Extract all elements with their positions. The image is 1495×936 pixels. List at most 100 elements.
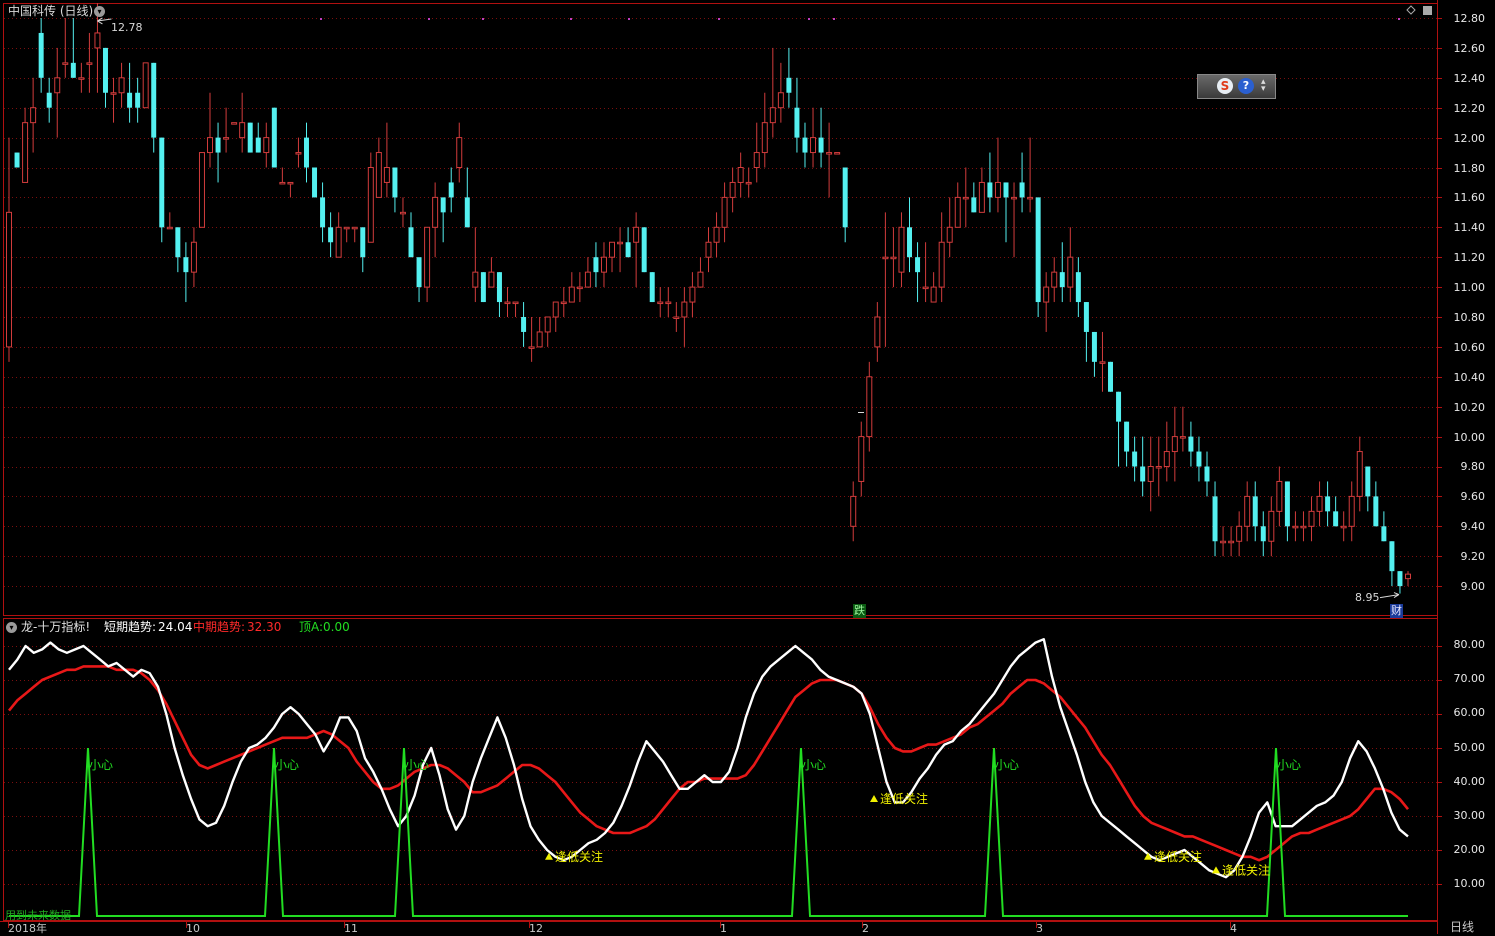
price-tick: 11.00: [1453, 281, 1486, 294]
candle-body-down: [1212, 496, 1218, 542]
candle-body-up: [295, 152, 302, 155]
candle-body-up: [898, 226, 905, 273]
candle-body-up: [1276, 480, 1283, 512]
chevron-down-icon[interactable]: ▾: [94, 6, 105, 17]
candle-body-up: [962, 196, 969, 200]
candle-body-up: [922, 286, 929, 290]
candle-body-up: [375, 152, 382, 198]
price-tick: 10.40: [1453, 371, 1486, 384]
candle-body-up: [858, 436, 865, 482]
indicator-menu-icon[interactable]: ▾: [6, 622, 17, 633]
candle-body-down: [1188, 436, 1194, 452]
top-a-value: 0.00: [323, 620, 350, 634]
candle-body-down: [1083, 302, 1089, 332]
candle-body-up: [600, 256, 607, 273]
short-trend-value: 24.04: [158, 620, 193, 634]
candle-body-up: [207, 137, 213, 154]
period-label[interactable]: 日线: [1450, 920, 1474, 934]
candle-body-up: [633, 226, 640, 243]
candle-body-up: [890, 256, 897, 260]
floating-toolbar[interactable]: S ? ▴ ▾: [1197, 74, 1276, 99]
candle-body-down: [159, 137, 165, 228]
candle-body-up: [343, 226, 350, 230]
indicator-tick: 10.00: [1453, 877, 1486, 890]
indicator-tick: 80.00: [1453, 638, 1486, 651]
candle-body-down: [1325, 496, 1331, 512]
candle-body-up: [777, 92, 784, 109]
candle-body-up: [190, 241, 197, 273]
candle-body-up: [753, 152, 760, 169]
candle-body-down: [842, 167, 848, 228]
candle-body-up: [761, 122, 768, 154]
help-icon[interactable]: ?: [1238, 78, 1254, 94]
candle-body-down: [1252, 496, 1258, 527]
candle-body-down: [1389, 541, 1395, 572]
candle-body-down: [1059, 272, 1065, 288]
event-marker: [1398, 18, 1400, 20]
careful-label: 小心: [89, 758, 113, 772]
indicator-tick: 50.00: [1453, 741, 1486, 754]
candle-body-up: [810, 137, 817, 154]
candle-body-up: [424, 226, 431, 288]
price-tick: 9.00: [1460, 580, 1486, 593]
stock-chart[interactable]: 小心 小心 小心 小心 小心 小心逢低关注逢低关注逢低关注逢低关注: [0, 0, 1495, 934]
watch-label: 逢低关注: [880, 791, 928, 806]
event-marker: [570, 18, 572, 20]
candle-body-up: [287, 181, 294, 185]
candle-body-down: [480, 272, 486, 303]
watch-marker-icon: [1212, 866, 1220, 874]
short-trend-line: [8, 638, 1409, 879]
candle-body-down: [802, 137, 808, 153]
drop-badge[interactable]: 跌: [853, 604, 866, 618]
candle-body-down: [1373, 496, 1379, 527]
price-tick: 11.80: [1453, 162, 1486, 175]
candle-body-up: [1356, 451, 1363, 497]
candle-body-up: [383, 167, 390, 183]
candle-body-down: [320, 197, 326, 228]
event-marker: [718, 18, 720, 20]
candle-body-down: [1140, 466, 1146, 482]
high-price-label: 12.78: [111, 21, 143, 34]
indicator-tick: 70.00: [1453, 672, 1486, 685]
candle-body-down: [1204, 466, 1210, 482]
careful-label: 小心: [802, 758, 826, 772]
candle-body-up: [118, 77, 125, 94]
candle-body-down: [521, 317, 527, 332]
candle-body-down: [255, 137, 261, 153]
candle-body-down: [1108, 361, 1114, 392]
candle-body-down: [328, 227, 334, 243]
candle-body-up: [1155, 466, 1162, 469]
s-logo-icon[interactable]: S: [1217, 78, 1233, 94]
candle-body-up: [78, 77, 85, 80]
candle-body-down: [794, 107, 800, 138]
candle-body-down: [448, 182, 454, 198]
indicator-tick: 20.00: [1453, 843, 1486, 856]
price-tick: 9.40: [1460, 520, 1486, 533]
candle-body-up: [1236, 525, 1243, 542]
watch-marker-icon: [870, 795, 878, 802]
candle-body-down: [392, 167, 398, 198]
menu-dropdown-icon[interactable]: ▴ ▾: [1261, 78, 1266, 94]
candle-body-up: [946, 226, 953, 243]
candle-body-down: [641, 227, 647, 273]
candle-body-down: [38, 32, 44, 78]
price-tick: 12.40: [1453, 72, 1486, 85]
mid-trend-value: 32.30: [247, 620, 282, 634]
candle-body-up: [576, 286, 583, 290]
candle-body-down: [1132, 451, 1138, 467]
candle-body-up: [1348, 495, 1355, 527]
candle-body-down: [1260, 526, 1266, 542]
candle-body-up: [1405, 573, 1411, 580]
candle-body-up: [1011, 196, 1018, 200]
candle-body-down: [1091, 331, 1097, 362]
finance-badge[interactable]: 财: [1390, 604, 1403, 618]
candle-body-up: [850, 495, 857, 527]
candle-body-up: [198, 152, 205, 228]
candle-body-up: [1179, 436, 1186, 439]
candle-body-up: [1268, 510, 1275, 542]
low-arrow: [1379, 592, 1400, 599]
candle-body-down: [440, 197, 446, 213]
candle-body-up: [351, 226, 358, 230]
candle-body-down: [915, 257, 921, 273]
candle-body-down: [1075, 272, 1081, 303]
